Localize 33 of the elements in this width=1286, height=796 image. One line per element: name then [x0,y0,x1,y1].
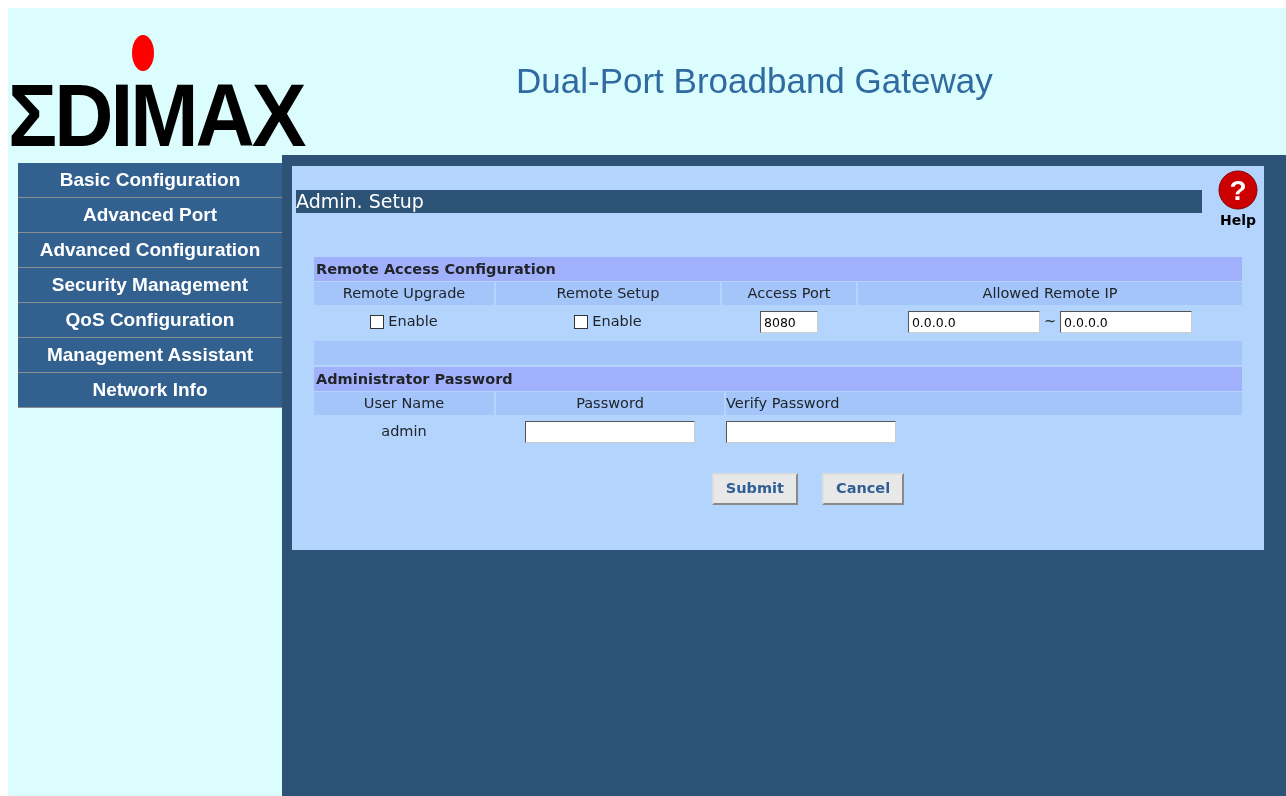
separator-text: ~ [1043,312,1057,332]
help-icon: ? [1218,170,1258,210]
column-header: Access Port [722,282,856,305]
nav-link[interactable]: Basic Configuration [18,163,282,198]
nav-link[interactable]: Security Management [18,268,282,303]
checkbox[interactable]: Enable [370,311,438,333]
nav-link[interactable]: QoS Configuration [18,303,282,338]
form-button[interactable]: Cancel [822,473,905,505]
input-field[interactable]: 8080 [760,311,818,333]
input-field[interactable] [726,421,896,443]
form-button[interactable]: Submit [711,473,798,505]
section-heading: Remote Access Configuration [314,257,1242,281]
column-header: Verify Password [726,392,1242,415]
section-title: Admin. Setup [296,190,1202,213]
section-heading: Administrator Password [314,367,1242,391]
dot-icon [132,35,154,71]
nav-link[interactable]: Network Info [18,373,282,408]
nav-link[interactable]: Management Assistant [18,338,282,373]
checkbox[interactable]: Enable [574,311,642,333]
nav-link[interactable]: Advanced Configuration [18,233,282,268]
help-link[interactable]: ? Help [1218,170,1258,231]
column-header: Remote Upgrade [314,282,494,305]
input-field[interactable]: 0.0.0.0 [1060,311,1193,333]
nav-link[interactable]: Advanced Port [18,198,282,233]
page-header-title: Dual-Port Broadband Gateway [516,59,993,102]
input-field[interactable]: 0.0.0.0 [907,311,1040,333]
column-header: User Name [314,392,494,415]
input-field[interactable] [525,421,695,443]
column-header: Password [496,392,724,415]
logo: ΣDIMAX [8,71,304,161]
column-header: Allowed Remote IP [858,282,1242,305]
column-header: Remote Setup [496,282,720,305]
user-name-text: admin [380,422,428,442]
